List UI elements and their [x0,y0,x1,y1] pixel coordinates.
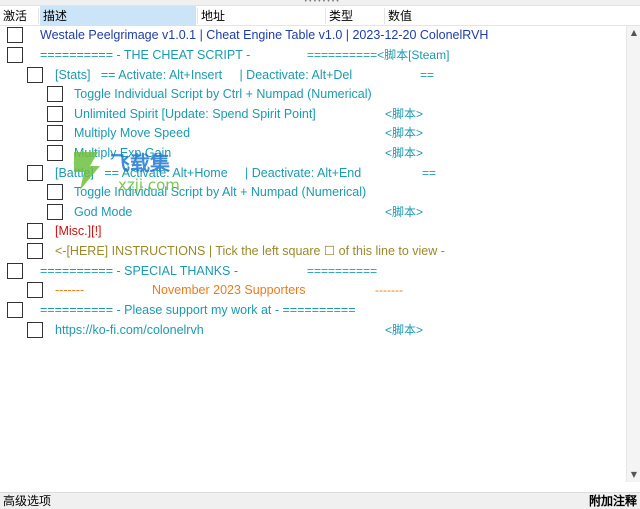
activate-checkbox[interactable] [7,263,23,279]
activate-checkbox[interactable] [27,322,43,338]
table-row[interactable]: https://ko-fi.com/colonelrvh <脚本> [0,321,626,340]
table-row[interactable]: Unlimited Spirit [Update: Spend Spirit P… [0,105,626,124]
table-row[interactable]: [Misc.][!] [0,222,626,241]
activate-checkbox[interactable] [27,243,43,259]
entry-description: Westale Peelgrimage v1.0.1 | Cheat Engin… [40,28,489,42]
entry-description: ========== - Please support my work at -… [40,303,356,317]
entry-description: Multiply Exp Gain [74,146,172,160]
table-row[interactable]: Multiply Move Speed <脚本> [0,124,626,143]
activate-checkbox[interactable] [27,223,43,239]
table-row[interactable]: ------- November 2023 Supporters ------- [0,281,626,300]
activate-checkbox[interactable] [27,165,43,181]
header-value[interactable]: 数值 [385,6,625,26]
table-extras-button[interactable]: 附加注释 [589,493,637,509]
entry-description: [Battle] == Activate: Alt+Home | Deactiv… [55,166,362,180]
table-row[interactable]: Westale Peelgrimage v1.0.1 | Cheat Engin… [0,26,626,45]
entry-value: == [420,68,435,82]
advanced-options-button[interactable]: 高级选项 [3,493,51,509]
entry-value: <脚本> [385,107,424,121]
entry-description: God Mode [74,205,133,219]
header-description[interactable]: 描述 [40,6,196,26]
activate-checkbox[interactable] [47,86,63,102]
entry-description: Toggle Individual Script by Ctrl + Numpa… [74,87,372,101]
vertical-scrollbar[interactable]: ▲ ▼ [626,26,640,482]
scroll-up-icon[interactable]: ▲ [627,26,640,40]
scroll-down-icon[interactable]: ▼ [627,468,640,482]
entry-description-title: November 2023 Supporters [152,283,306,297]
entry-value: <脚本> [385,323,424,337]
entry-value: ------- [375,283,403,297]
header-divider[interactable] [38,8,39,24]
header-address[interactable]: 地址 [198,6,324,26]
header-active[interactable]: 激活 [0,6,38,26]
entry-description: ------- [55,283,85,297]
entry-description: https://ko-fi.com/colonelrvh [55,323,204,337]
entry-description: Multiply Move Speed [74,126,191,140]
entry-description: [Stats] == Activate: Alt+Insert | Deacti… [55,68,353,82]
activate-checkbox[interactable] [47,125,63,141]
table-row[interactable]: [Battle] == Activate: Alt+Home | Deactiv… [0,164,626,183]
table-row[interactable]: Multiply Exp Gain <脚本> [0,144,626,163]
table-row[interactable]: ========== - Please support my work at -… [0,301,626,320]
cheat-table-window: •••••••• 激活 描述 地址 类型 数值 Westale Peelgrim… [0,0,640,509]
entry-description: Toggle Individual Script by Alt + Numpad… [74,185,367,199]
activate-checkbox[interactable] [47,204,63,220]
entry-value: ========== [307,264,378,278]
status-footer: 高级选项 附加注释 [0,492,640,509]
activate-checkbox[interactable] [47,106,63,122]
table-row[interactable]: Toggle Individual Script by Alt + Numpad… [0,183,626,202]
activate-checkbox[interactable] [7,27,23,43]
activate-checkbox[interactable] [7,47,23,63]
entry-description: <-[HERE] INSTRUCTIONS | Tick the left sq… [55,244,445,258]
table-row[interactable]: <-[HERE] INSTRUCTIONS | Tick the left sq… [0,242,626,261]
activate-checkbox[interactable] [47,145,63,161]
entry-value: <脚本> [385,146,424,160]
entry-value: ==========<脚本[Steam] [307,48,450,62]
cheat-entry-list: Westale Peelgrimage v1.0.1 | Cheat Engin… [0,26,626,482]
table-row[interactable]: ========== - THE CHEAT SCRIPT - ========… [0,46,626,65]
activate-checkbox[interactable] [47,184,63,200]
entry-description: [Misc.][!] [55,224,102,238]
column-header: 激活 描述 地址 类型 数值 [0,6,640,26]
header-type[interactable]: 类型 [326,6,384,26]
entry-description: ========== - SPECIAL THANKS - [40,264,239,278]
table-row[interactable]: God Mode <脚本> [0,203,626,222]
table-row[interactable]: [Stats] == Activate: Alt+Insert | Deacti… [0,66,626,85]
grip-dots-icon: •••••••• [304,0,341,5]
entry-description: ========== - THE CHEAT SCRIPT - [40,48,251,62]
activate-checkbox[interactable] [27,282,43,298]
activate-checkbox[interactable] [27,67,43,83]
entry-value: <脚本> [385,205,424,219]
entry-value: == [422,166,437,180]
activate-checkbox[interactable] [7,302,23,318]
table-row[interactable]: ========== - SPECIAL THANKS - ========== [0,262,626,281]
table-row[interactable]: Toggle Individual Script by Ctrl + Numpa… [0,85,626,104]
entry-value: <脚本> [385,126,424,140]
entry-description: Unlimited Spirit [Update: Spend Spirit P… [74,107,316,121]
